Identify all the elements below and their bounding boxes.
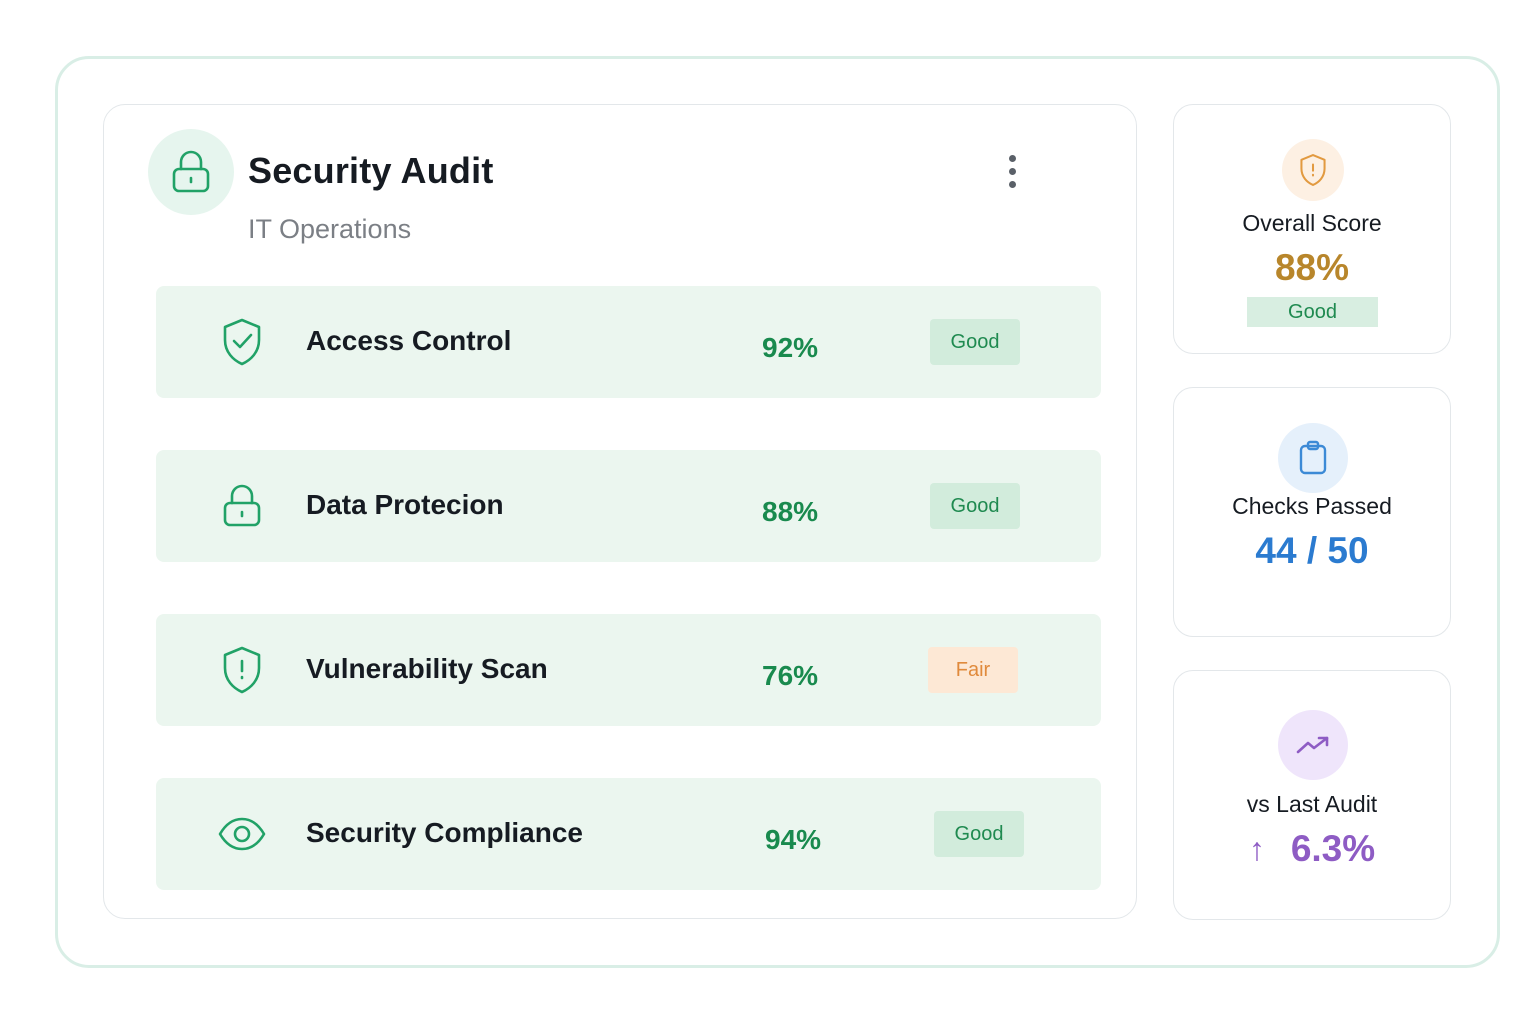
row-score: 94%: [765, 824, 822, 855]
row-score: 88%: [762, 496, 819, 527]
status-badge: Good: [930, 319, 1020, 365]
row-label: Security Compliance: [306, 817, 583, 848]
trend-value-group: ↑ 6.3%: [1174, 828, 1450, 870]
row-label: Data Protecion: [306, 489, 504, 520]
status-badge: Good: [930, 483, 1020, 529]
checks-passed-label: Checks Passed: [1232, 493, 1392, 519]
row-label: Vulnerability Scan: [306, 653, 548, 684]
clipboard-icon: [1278, 423, 1348, 493]
eye-icon: [206, 802, 278, 866]
trending-up-icon: [1278, 710, 1348, 780]
row-score: 92%: [762, 332, 819, 363]
checks-passed-card: Checks Passed 44 / 50: [1173, 387, 1451, 637]
audit-row-data-protection[interactable]: Data Protecion 88% Good: [156, 450, 1101, 562]
page-title: Security Audit: [248, 150, 494, 191]
lock-icon: [206, 474, 278, 538]
shield-check-icon: [206, 310, 278, 374]
more-vertical-icon: [1008, 154, 1016, 162]
vs-last-audit-label: vs Last Audit: [1246, 791, 1378, 817]
checks-passed-value: 44 / 50: [1255, 530, 1369, 571]
more-options-button[interactable]: [995, 150, 1029, 192]
header-lock-icon: [148, 129, 234, 215]
vs-last-audit-card: vs Last Audit ↑ 6.3%: [1173, 670, 1451, 920]
arrow-up-icon: ↑: [1248, 830, 1265, 867]
page-subtitle: IT Operations: [248, 214, 412, 244]
shield-alert-icon: [1282, 139, 1344, 201]
shield-alert-icon: [206, 638, 278, 702]
overall-score-card: Overall Score 88% Good: [1173, 104, 1451, 354]
row-score: 76%: [762, 660, 819, 691]
status-badge: Good: [1247, 297, 1378, 327]
status-badge: Fair: [928, 647, 1018, 693]
status-badge: Good: [934, 811, 1024, 857]
row-label: Access Control: [306, 325, 512, 356]
trend-value: 6.3%: [1290, 828, 1376, 869]
audit-row-security-compliance[interactable]: Security Compliance 94% Good: [156, 778, 1101, 890]
audit-row-access-control[interactable]: Access Control 92% Good: [156, 286, 1101, 398]
overall-score-label: Overall Score: [1242, 210, 1382, 236]
audit-row-vulnerability-scan[interactable]: Vulnerability Scan 76% Fair: [156, 614, 1101, 726]
overall-score-value: 88%: [1274, 247, 1350, 288]
